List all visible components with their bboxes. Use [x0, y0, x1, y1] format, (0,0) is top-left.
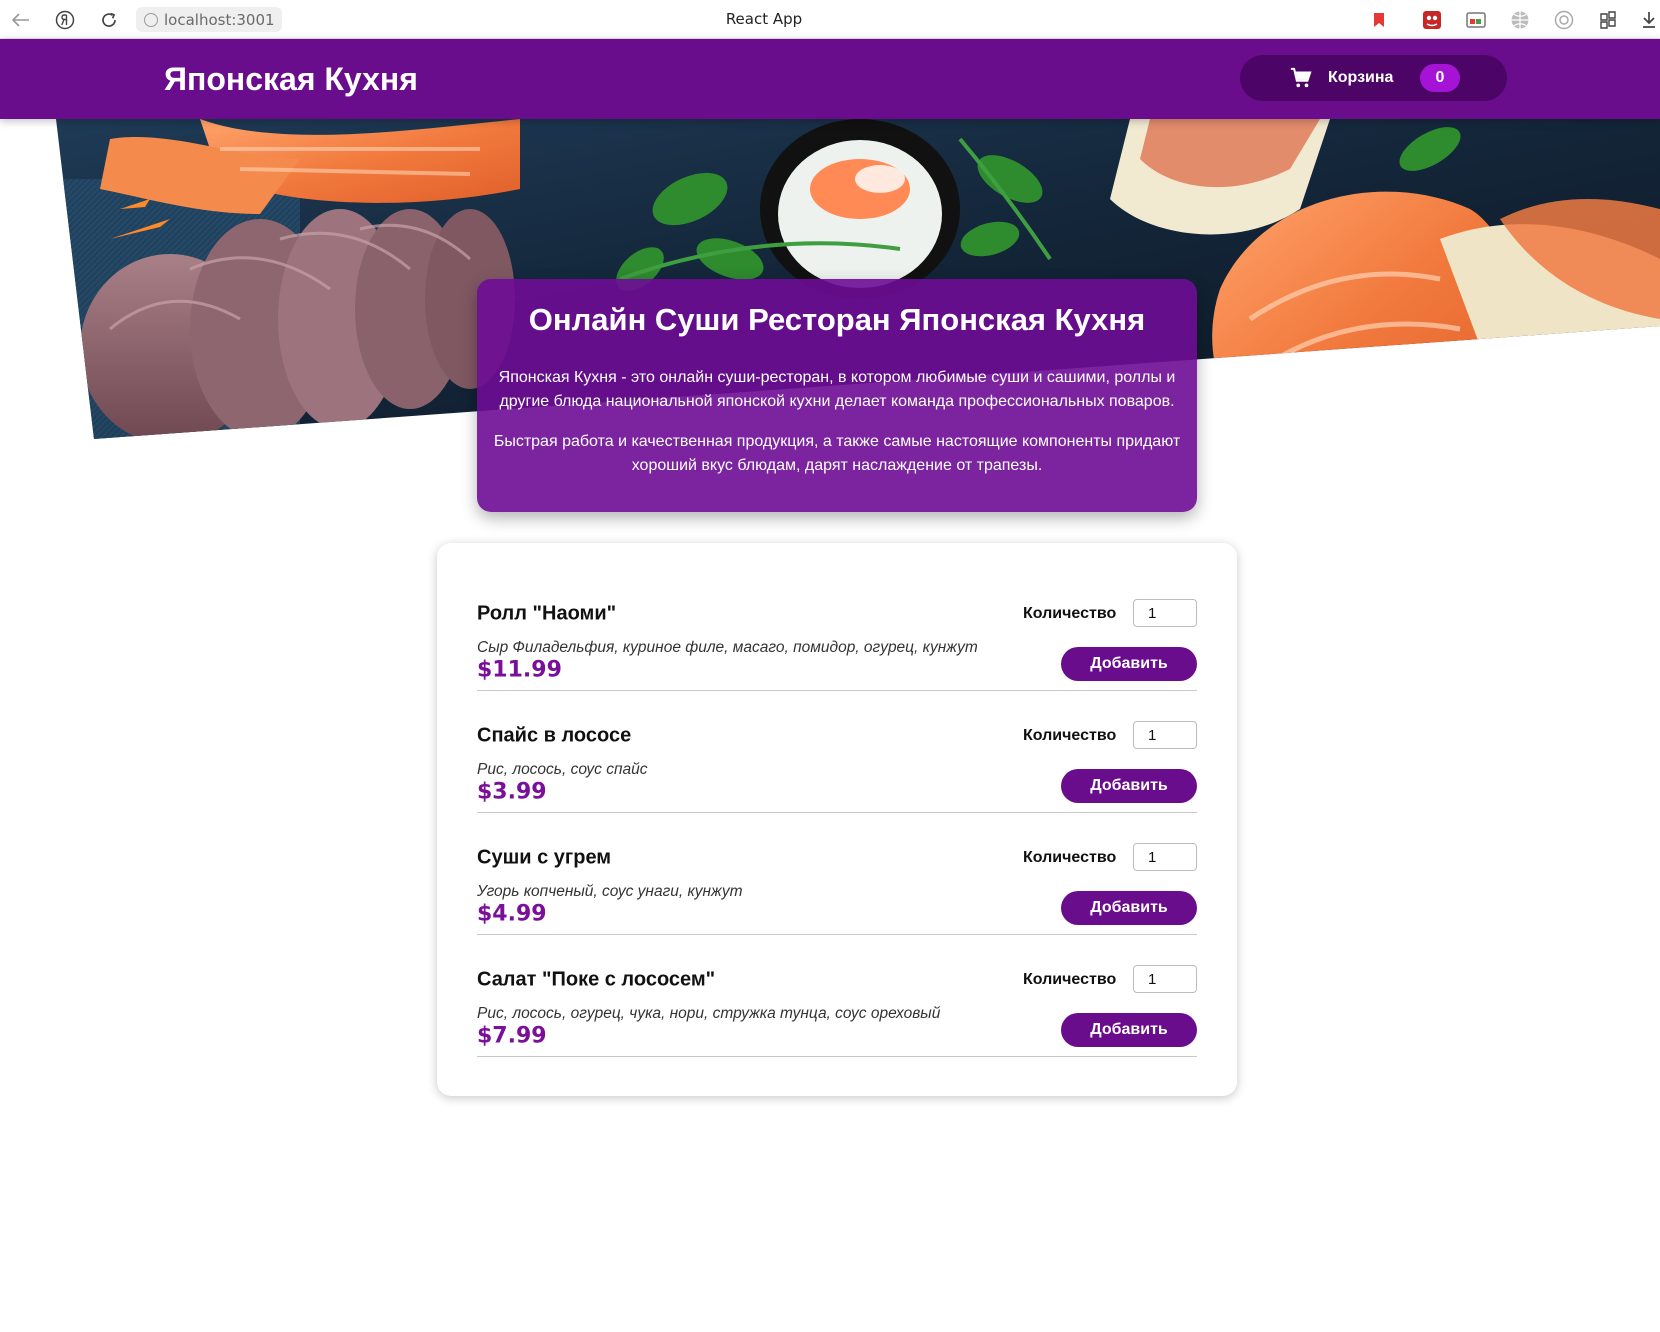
menu-item: Салат "Поке с лососем" Рис, лосось, огур… [477, 935, 1197, 1057]
item-price: $4.99 [477, 901, 547, 927]
item-price: $7.99 [477, 1023, 547, 1049]
cart-count-badge: 0 [1420, 64, 1460, 92]
intro-paragraph: Японская Кухня - это онлайн суши-рестора… [498, 369, 1176, 411]
bookmark-icon[interactable] [1368, 9, 1390, 31]
extension-icon[interactable] [1553, 9, 1575, 31]
item-description: Рис, лосось, соус спайс [477, 761, 648, 778]
intro-title: Онлайн Суши Ресторан Японская Кухня [528, 302, 1146, 337]
extension-icon[interactable] [1597, 9, 1619, 31]
download-icon[interactable] [1638, 9, 1660, 31]
quantity-input[interactable] [1133, 843, 1197, 871]
intro-card: Онлайн Суши Ресторан Японская Кухня Япон… [477, 279, 1197, 512]
item-price: $11.99 [477, 657, 562, 683]
item-description: Угорь копченый, соус унаги, кунжут [477, 883, 743, 900]
add-to-cart-button[interactable]: Добавить [1061, 769, 1197, 803]
add-to-cart-button[interactable]: Добавить [1061, 1013, 1197, 1047]
extension-icon[interactable] [1421, 9, 1443, 31]
menu-item: Суши с угрем Угорь копченый, соус унаги,… [477, 813, 1197, 935]
cart-label: Корзина [1328, 69, 1394, 86]
item-name: Спайс в лососе [477, 724, 632, 747]
add-to-cart-button[interactable]: Добавить [1061, 647, 1197, 681]
item-name: Салат "Поке с лососем" [477, 968, 716, 991]
logo[interactable]: Японская Кухня [164, 61, 418, 98]
item-description: Сыр Филадельфия, куриное филе, масаго, п… [477, 639, 978, 656]
menu-item: Ролл "Наоми" Сыр Филадельфия, куриное фи… [477, 569, 1197, 691]
tab-title: React App [725, 10, 803, 28]
item-price: $3.99 [477, 779, 547, 805]
item-description: Рис, лосось, огурец, чука, нори, стружка… [477, 1005, 941, 1022]
menu-card: Ролл "Наоми" Сыр Филадельфия, куриное фи… [437, 543, 1237, 1096]
quantity-input[interactable] [1133, 965, 1197, 993]
quantity-label: Количество [1023, 849, 1117, 866]
quantity-label: Количество [1023, 971, 1117, 988]
quantity-input[interactable] [1133, 721, 1197, 749]
intro-paragraph: Быстрая работа и качественная продукция,… [493, 433, 1181, 475]
quantity-label: Количество [1023, 727, 1117, 744]
app-header: Японская Кухня Корзина 0 [0, 39, 1660, 119]
quantity-input[interactable] [1133, 599, 1197, 627]
extension-icon[interactable] [1509, 9, 1531, 31]
item-name: Ролл "Наоми" [477, 602, 617, 625]
cart-icon [1290, 67, 1312, 88]
quantity-label: Количество [1023, 605, 1117, 622]
menu-item: Спайс в лососе Рис, лосось, соус спайс $… [477, 691, 1197, 813]
add-to-cart-button[interactable]: Добавить [1061, 891, 1197, 925]
cart-button[interactable]: Корзина 0 [1240, 55, 1507, 101]
browser-toolbar: localhost:3001 React App [0, 0, 1660, 39]
item-name: Суши с угрем [477, 846, 612, 869]
extension-icon[interactable] [1465, 9, 1487, 31]
